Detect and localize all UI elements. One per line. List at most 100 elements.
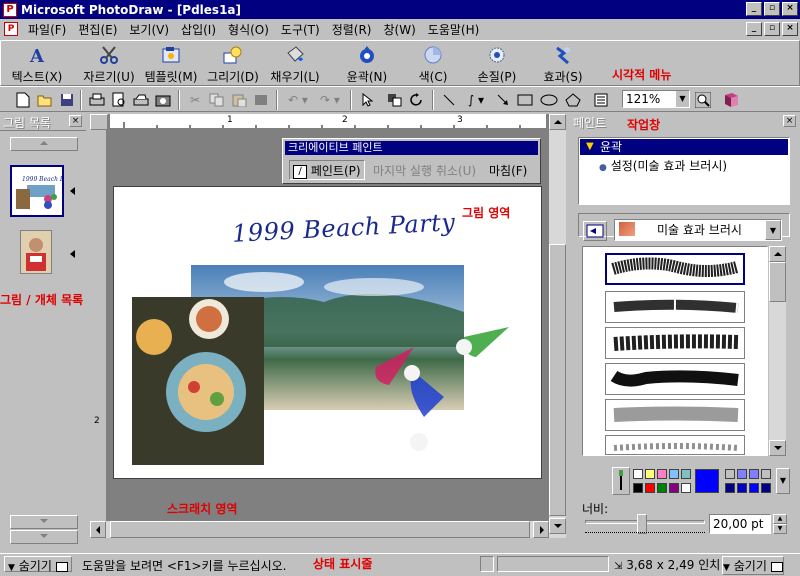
menu-insert[interactable]: 삽입(I) bbox=[175, 21, 222, 38]
undo-last-button[interactable]: 마지막 실행 취소(U) bbox=[373, 162, 476, 179]
palette-swatch-a-2[interactable] bbox=[657, 469, 667, 479]
curve-tool-icon[interactable]: ∫ ▾ bbox=[462, 91, 490, 109]
arrow-tool-icon[interactable] bbox=[494, 91, 512, 109]
new-file-icon[interactable] bbox=[14, 91, 32, 109]
picture-list-close-icon[interactable]: × bbox=[69, 115, 82, 127]
picture-list-scroll-bottom[interactable] bbox=[10, 530, 78, 544]
picture-list-scroll-up[interactable] bbox=[10, 137, 78, 151]
menu-file[interactable]: 파일(F) bbox=[22, 21, 72, 38]
menu-format[interactable]: 형식(O) bbox=[222, 21, 275, 38]
visual-menu-effects[interactable]: 효과(S) bbox=[531, 43, 595, 85]
thumbnail-expand-icon-2[interactable] bbox=[70, 250, 75, 258]
brush-scroll-thumb[interactable] bbox=[769, 262, 786, 302]
palette-swatch-d-0[interactable] bbox=[725, 483, 735, 493]
photodraw-icon[interactable]: P bbox=[3, 2, 17, 17]
autoshape-tool-icon[interactable] bbox=[564, 91, 582, 109]
brush-option-2[interactable] bbox=[605, 291, 745, 323]
menu-arrange[interactable]: 정렬(R) bbox=[326, 21, 378, 38]
visual-menu-templates[interactable]: 템플릿(M) bbox=[139, 43, 203, 85]
camera-icon[interactable] bbox=[154, 91, 172, 109]
palette-swatch-c-3[interactable] bbox=[761, 469, 771, 479]
visual-menu-outline[interactable]: 윤곽(N) bbox=[335, 43, 399, 85]
paint-button[interactable]: / 페인트(P) bbox=[289, 160, 365, 180]
finish-button[interactable]: 마침(F) bbox=[489, 162, 527, 179]
brush-option-6[interactable] bbox=[605, 435, 745, 455]
visual-menu-fill[interactable]: 채우기(L) bbox=[263, 43, 327, 85]
zoom-select[interactable]: 121% ▼ bbox=[622, 90, 690, 108]
redo-icon[interactable]: ↷ ▾ bbox=[316, 91, 344, 109]
palette-swatch-b-0[interactable] bbox=[633, 483, 643, 493]
visual-menu-crop[interactable]: 자르기(U) bbox=[77, 43, 141, 85]
scan-icon[interactable] bbox=[132, 91, 150, 109]
width-slider-thumb[interactable] bbox=[637, 514, 647, 534]
menu-edit[interactable]: 편집(E) bbox=[72, 21, 123, 38]
brush-option-5[interactable] bbox=[605, 399, 745, 431]
palette-swatch-a-1[interactable] bbox=[645, 469, 655, 479]
tree-item-outline[interactable]: ▼ 윤곽 bbox=[580, 139, 788, 155]
expand-triangle-icon[interactable]: ▼ bbox=[586, 139, 594, 155]
save-icon[interactable] bbox=[58, 91, 76, 109]
palette-swatch-a-3[interactable] bbox=[669, 469, 679, 479]
current-color-swatch[interactable] bbox=[695, 469, 719, 493]
open-folder-icon[interactable] bbox=[36, 91, 54, 109]
task-pane-close-icon[interactable]: × bbox=[783, 115, 796, 127]
arrange-icon[interactable] bbox=[386, 91, 404, 109]
brush-option-4[interactable] bbox=[605, 363, 745, 395]
print-icon[interactable] bbox=[88, 91, 106, 109]
palette-swatch-a-0[interactable] bbox=[633, 469, 643, 479]
visual-menu-draw[interactable]: 그리기(D) bbox=[201, 43, 265, 85]
close-button[interactable]: × bbox=[782, 2, 798, 16]
picture-thumbnail-beach-party[interactable]: 1999 Beach Party bbox=[10, 165, 76, 217]
print-preview-icon[interactable] bbox=[110, 91, 128, 109]
doc-minimize-button[interactable]: _ bbox=[746, 22, 762, 36]
title-bar[interactable]: P Microsoft PhotoDraw - [Pdles1a] _ ▫ × bbox=[0, 0, 800, 19]
tree-item-settings[interactable]: ● 설정(미술 효과 브러시) bbox=[599, 157, 727, 174]
ellipse-tool-icon[interactable] bbox=[540, 91, 558, 109]
rectangle-tool-icon[interactable] bbox=[516, 91, 534, 109]
palette-swatch-b-3[interactable] bbox=[669, 483, 679, 493]
canvas-vertical-scrollbar[interactable] bbox=[549, 114, 566, 538]
scroll-left-button[interactable] bbox=[90, 521, 106, 538]
palette-swatch-c-1[interactable] bbox=[737, 469, 747, 479]
paste-icon[interactable] bbox=[230, 91, 248, 109]
thumbnail-expand-icon[interactable] bbox=[70, 187, 75, 195]
line-tool-icon[interactable] bbox=[440, 91, 458, 109]
copy-icon[interactable] bbox=[208, 91, 226, 109]
chevron-down-icon[interactable]: ▼ bbox=[765, 220, 781, 240]
rotate-icon[interactable] bbox=[408, 91, 426, 109]
palette-swatch-a-4[interactable] bbox=[681, 469, 691, 479]
brush-scroll-down[interactable] bbox=[769, 440, 786, 456]
format-painter-icon[interactable] bbox=[252, 91, 270, 109]
palette-swatch-b-4[interactable] bbox=[681, 483, 691, 493]
width-spinner[interactable]: ▲ ▼ bbox=[773, 514, 787, 534]
palette-swatch-b-1[interactable] bbox=[645, 483, 655, 493]
green-shuttlecock[interactable] bbox=[463, 327, 509, 357]
brush-option-3[interactable] bbox=[605, 327, 745, 359]
creative-paint-toolbar[interactable]: 크리에이티브 페인트 / 페인트(P) 마지막 실행 취소(U) 마침(F) bbox=[282, 138, 541, 184]
pointer-icon[interactable] bbox=[358, 91, 376, 109]
palette-swatch-c-0[interactable] bbox=[725, 469, 735, 479]
undo-icon[interactable]: ↶ ▾ bbox=[284, 91, 312, 109]
chevron-down-icon[interactable]: ▼ bbox=[676, 91, 689, 107]
palette-swatch-d-1[interactable] bbox=[737, 483, 747, 493]
doc-close-button[interactable]: × bbox=[782, 22, 798, 36]
palette-swatch-b-2[interactable] bbox=[657, 483, 667, 493]
brush-scroll-up[interactable] bbox=[769, 246, 786, 262]
brush-category-button[interactable] bbox=[583, 221, 607, 241]
hide-picture-list-button[interactable]: ▼ 숨기기 bbox=[4, 556, 72, 573]
menu-view[interactable]: 보기(V) bbox=[123, 21, 175, 38]
scroll-up-button[interactable] bbox=[549, 114, 566, 130]
gallery-book-icon[interactable] bbox=[722, 91, 740, 109]
visual-menu-touch-up[interactable]: 손질(P) bbox=[465, 43, 529, 85]
scroll-thumb[interactable] bbox=[549, 244, 566, 516]
doc-restore-button[interactable]: ▫ bbox=[764, 22, 780, 36]
palette-swatch-d-2[interactable] bbox=[749, 483, 759, 493]
palette-swatch-c-2[interactable] bbox=[749, 469, 759, 479]
spin-up-icon[interactable]: ▲ bbox=[773, 514, 787, 524]
spin-down-icon[interactable]: ▼ bbox=[773, 524, 787, 534]
picture-list-scroll-down[interactable] bbox=[10, 515, 78, 529]
eyedropper-button[interactable] bbox=[612, 467, 630, 495]
scroll-down-button[interactable] bbox=[549, 518, 566, 534]
width-input[interactable]: 20,00 pt bbox=[709, 514, 771, 534]
menu-help[interactable]: 도움말(H) bbox=[422, 21, 486, 38]
